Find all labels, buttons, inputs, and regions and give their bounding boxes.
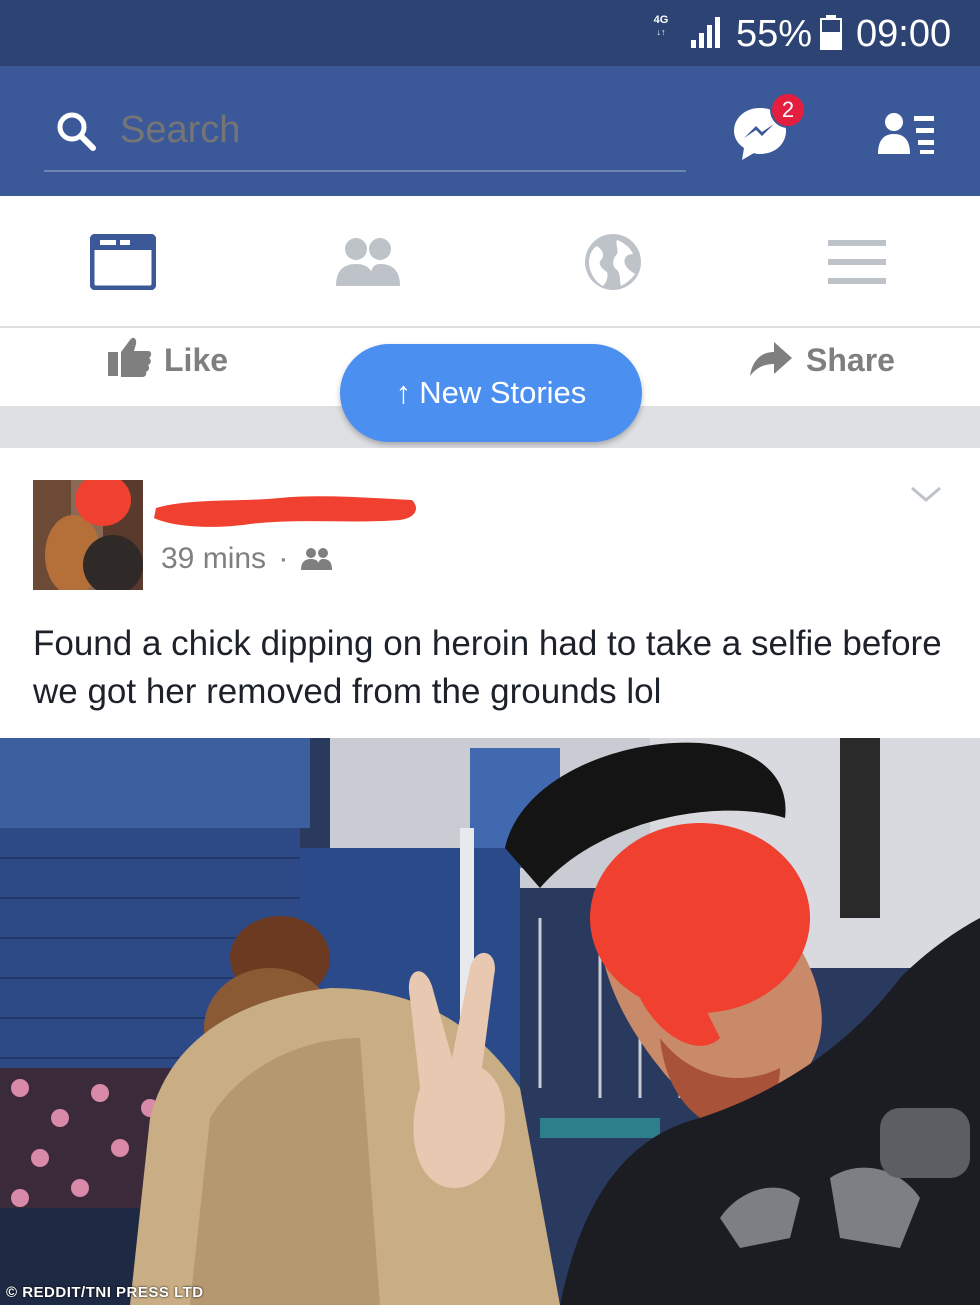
- network-type: 4G: [653, 14, 669, 26]
- like-button[interactable]: Like: [164, 342, 228, 379]
- friend-requests-icon[interactable]: [876, 110, 938, 156]
- tab-globe[interactable]: [583, 232, 643, 292]
- audience-friends-icon: [300, 548, 332, 570]
- search-underline: [44, 170, 686, 172]
- post-meta: 39 mins ·: [161, 540, 333, 578]
- chevron-down-icon[interactable]: [908, 482, 944, 506]
- like-icon: [108, 337, 152, 377]
- clock: 09:00: [856, 13, 952, 55]
- messenger-badge: 2: [770, 92, 806, 128]
- battery-icon: [820, 15, 842, 50]
- post-photo[interactable]: [0, 738, 980, 1305]
- post-timestamp[interactable]: 39 mins: [161, 542, 266, 575]
- search-input[interactable]: [120, 104, 660, 156]
- post-body: Found a chick dipping on heroin had to t…: [33, 624, 942, 711]
- tab-news-feed[interactable]: [90, 234, 156, 290]
- share-icon: [750, 342, 792, 376]
- search-icon[interactable]: [55, 110, 99, 154]
- tab-menu[interactable]: [828, 238, 886, 286]
- new-stories-button[interactable]: ↑ New Stories: [340, 344, 642, 442]
- tab-friends[interactable]: [334, 236, 402, 288]
- signal-icon: [691, 17, 720, 48]
- battery-percent: 55%: [736, 13, 813, 55]
- status-bar: 4G ↓↑ 55% 09:00: [0, 0, 980, 66]
- share-button[interactable]: Share: [806, 342, 895, 379]
- avatar[interactable]: [33, 480, 143, 590]
- meta-separator: ·: [278, 542, 289, 575]
- photo-watermark: © REDDIT/TNI PRESS LTD: [6, 1284, 204, 1301]
- author-name-redacted[interactable]: [150, 488, 420, 536]
- network-icon: 4G ↓↑: [653, 14, 669, 37]
- arrow-up-icon: ↑: [395, 375, 412, 410]
- new-stories-label: New Stories: [419, 375, 587, 410]
